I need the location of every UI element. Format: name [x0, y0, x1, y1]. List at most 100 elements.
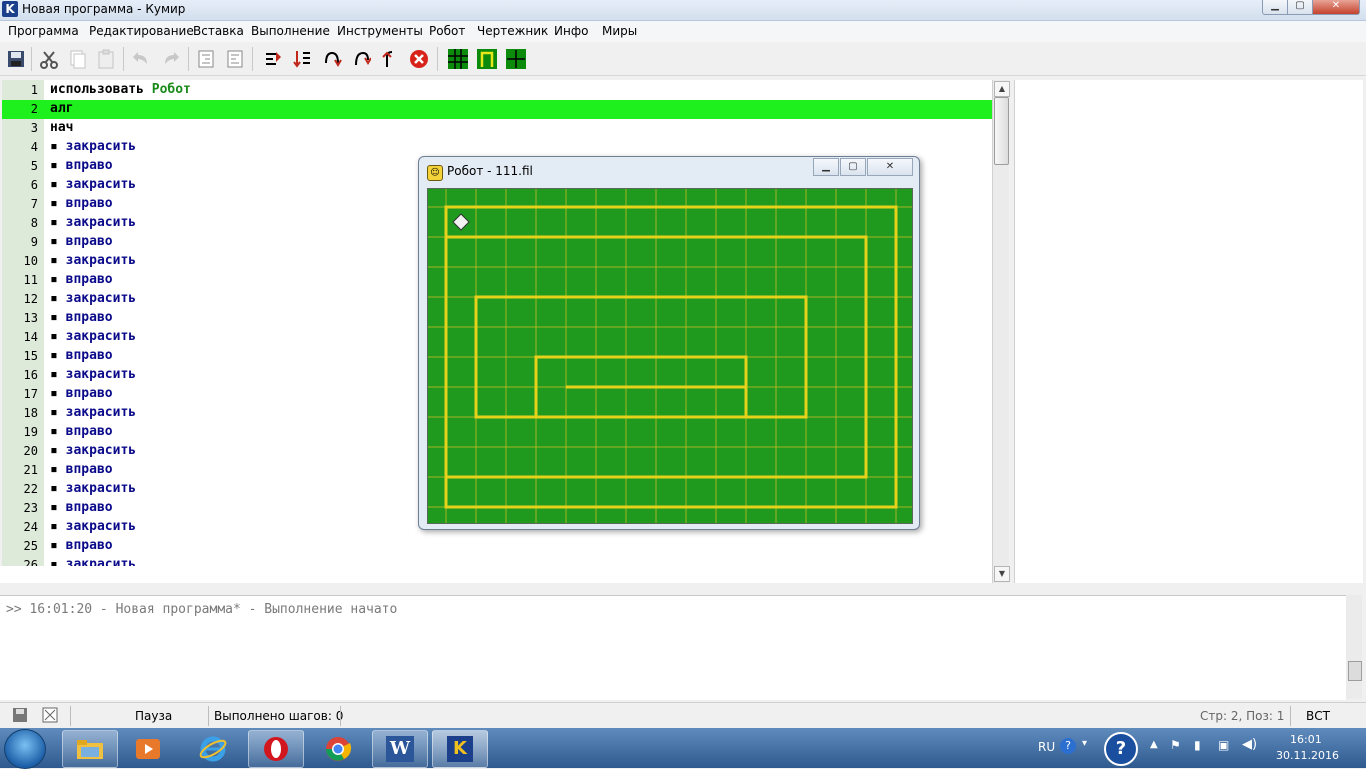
clock-time[interactable]: 16:01 — [1290, 733, 1322, 746]
code-line[interactable]: ▪ закрасить — [50, 291, 136, 306]
word-taskbar-icon[interactable]: W — [372, 730, 428, 768]
code-line[interactable]: ▪ вправо — [50, 158, 113, 173]
step-out-icon[interactable] — [379, 48, 401, 70]
code-line[interactable]: ▪ закрасить — [50, 139, 136, 154]
code-line[interactable]: алг — [50, 101, 73, 116]
output-scroll-thumb[interactable] — [1348, 661, 1362, 681]
editor-vertical-scrollbar[interactable]: ▲ ▼ — [992, 80, 1010, 583]
redo-icon[interactable] — [160, 48, 182, 70]
robot-minimize-button[interactable]: ▁ — [813, 158, 839, 176]
scrollbar-thumb[interactable] — [994, 97, 1009, 165]
scroll-down-arrow-icon[interactable]: ▼ — [994, 566, 1010, 582]
status-clear-icon[interactable] — [42, 707, 58, 723]
code-line[interactable]: ▪ закрасить — [50, 215, 136, 230]
code-line[interactable]: ▪ закрасить — [50, 481, 136, 496]
save-icon[interactable] — [5, 48, 27, 70]
insert-mode: ВСТ — [1306, 709, 1330, 723]
code-line[interactable]: нач — [50, 120, 73, 135]
menu-drawer[interactable]: Чертежник — [477, 24, 548, 38]
paste-icon[interactable] — [95, 48, 117, 70]
menu-info[interactable]: Инфо — [554, 24, 588, 38]
code-line[interactable]: ▪ закрасить — [50, 367, 136, 382]
show-hidden-icons-icon[interactable]: ▲ — [1150, 739, 1158, 750]
code-line[interactable]: ▪ закрасить — [50, 177, 136, 192]
explorer-taskbar-icon[interactable] — [62, 730, 118, 768]
chrome-taskbar-icon[interactable] — [310, 730, 366, 768]
media-player-taskbar-icon[interactable] — [120, 730, 176, 768]
indent-icon[interactable] — [195, 48, 217, 70]
code-line[interactable]: ▪ вправо — [50, 272, 113, 287]
grid-icon[interactable] — [505, 48, 527, 70]
step-over-icon[interactable] — [350, 48, 372, 70]
close-button[interactable]: ✕ — [1312, 0, 1360, 15]
undo-icon[interactable] — [130, 48, 152, 70]
cursor-position: Стр: 2, Поз: 1 — [1200, 709, 1285, 723]
code-line[interactable]: ▪ вправо — [50, 310, 113, 325]
output-panel[interactable]: >> 16:01:20 - Новая программа* - Выполне… — [0, 595, 1346, 700]
line-number: 6 — [30, 178, 38, 192]
code-line[interactable]: ▪ вправо — [50, 196, 113, 211]
window-title: Новая программа - Кумир — [22, 2, 186, 16]
stop-icon[interactable] — [408, 48, 430, 70]
code-line[interactable]: ▪ закрасить — [50, 557, 136, 566]
code-line[interactable]: ▪ закрасить — [50, 405, 136, 420]
volume-icon[interactable]: ◀) — [1242, 737, 1257, 752]
step-into-icon[interactable] — [321, 48, 343, 70]
menu-robot[interactable]: Робот — [429, 24, 465, 38]
robot-marker — [452, 213, 470, 231]
menu-insert[interactable]: Вставка — [193, 24, 244, 38]
start-button-windows-icon[interactable] — [4, 729, 46, 769]
code-line[interactable]: ▪ закрасить — [50, 329, 136, 344]
robot-command: закрасить — [65, 215, 137, 230]
scroll-up-arrow-icon[interactable]: ▲ — [994, 81, 1010, 97]
code-line[interactable]: ▪ вправо — [50, 386, 113, 401]
tray-chevron-icon[interactable]: ▾ — [1082, 738, 1087, 749]
robot-field[interactable] — [427, 188, 913, 524]
code-line[interactable]: ▪ вправо — [50, 234, 113, 249]
robot-maximize-button[interactable]: ▢ — [840, 158, 866, 176]
menu-program[interactable]: Программа — [8, 24, 79, 38]
code-line[interactable]: ▪ вправо — [50, 424, 113, 439]
run-icon[interactable] — [262, 48, 284, 70]
opera-taskbar-icon[interactable] — [248, 730, 304, 768]
maximize-button[interactable]: ▢ — [1287, 0, 1313, 15]
menu-edit[interactable]: Редактирование — [89, 24, 194, 38]
robot-field-icon[interactable] — [447, 48, 469, 70]
robot-window[interactable]: ☺ Робот - 111.fil ▁ ▢ ✕ — [418, 156, 920, 530]
output-scrollbar[interactable] — [1346, 595, 1362, 699]
action-center-flag-icon[interactable]: ⚑ — [1170, 738, 1181, 752]
status-save-icon[interactable] — [12, 707, 28, 723]
help-icon[interactable]: ? — [1104, 732, 1138, 766]
cut-icon[interactable] — [38, 48, 60, 70]
language-help-icon[interactable]: ? — [1060, 738, 1076, 754]
network-icon[interactable]: ▣ — [1218, 738, 1229, 752]
minimize-button[interactable]: ▁ — [1262, 0, 1288, 15]
robot-command: закрасить — [65, 443, 137, 458]
keyword: использовать — [50, 82, 144, 97]
code-line[interactable]: ▪ закрасить — [50, 443, 136, 458]
run-steps-icon[interactable] — [291, 48, 313, 70]
robot-field-canvas[interactable] — [428, 189, 912, 523]
code-line[interactable]: ▪ вправо — [50, 348, 113, 363]
code-line[interactable]: ▪ закрасить — [50, 253, 136, 268]
unindent-icon[interactable] — [224, 48, 246, 70]
clock-date[interactable]: 30.11.2016 — [1276, 749, 1339, 762]
robot-command: вправо — [65, 234, 113, 249]
keyword: алг — [50, 101, 74, 116]
code-line[interactable]: использовать Робот — [50, 82, 191, 97]
code-line[interactable]: ▪ вправо — [50, 500, 113, 515]
menu-bar: Программа Редактирование Вставка Выполне… — [0, 21, 1366, 42]
robot-close-button[interactable]: ✕ — [867, 158, 913, 176]
drawer-icon[interactable] — [476, 48, 498, 70]
copy-icon[interactable] — [66, 48, 88, 70]
code-line[interactable]: ▪ вправо — [50, 538, 113, 553]
code-line[interactable]: ▪ закрасить — [50, 519, 136, 534]
menu-tools[interactable]: Инструменты — [337, 24, 423, 38]
internet-explorer-taskbar-icon[interactable] — [185, 730, 241, 768]
menu-run[interactable]: Выполнение — [251, 24, 330, 38]
device-icon[interactable]: ▮ — [1194, 738, 1201, 752]
language-indicator[interactable]: RU — [1038, 740, 1055, 754]
menu-worlds[interactable]: Миры — [602, 24, 637, 38]
code-line[interactable]: ▪ вправо — [50, 462, 113, 477]
kumir-taskbar-icon[interactable]: K — [432, 730, 488, 768]
